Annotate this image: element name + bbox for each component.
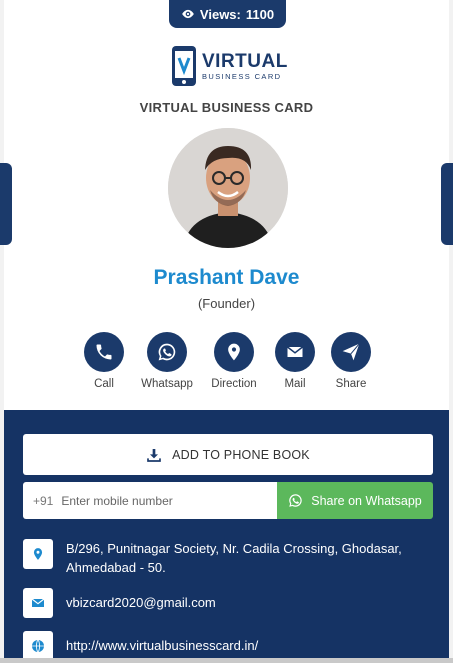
whatsapp-icon: [289, 494, 302, 507]
whatsapp-button[interactable]: Whatsapp: [135, 332, 199, 390]
phone-logo-icon: [172, 46, 196, 86]
share-on-whatsapp-button[interactable]: Share on Whatsapp: [277, 482, 433, 519]
logo-sub-text: BUSINESS CARD: [202, 71, 282, 81]
add-to-phone-book-button[interactable]: ADD TO PHONE BOOK: [23, 434, 433, 475]
profile-role: (Founder): [197, 296, 256, 311]
map-pin-icon: [33, 548, 43, 560]
share-label: Share: [335, 378, 367, 390]
globe-icon: [32, 639, 44, 653]
logo-main-text: VIRTUAL: [202, 50, 288, 72]
website-icon-box: [23, 631, 53, 661]
whatsapp-icon: [158, 343, 176, 361]
add-to-phone-book-label: ADD TO PHONE BOOK: [172, 447, 310, 462]
direction-label: Direction: [211, 378, 257, 390]
views-count: 1100: [245, 6, 275, 22]
mobile-number-field[interactable]: +91: [23, 482, 277, 519]
address-icon-box: [23, 539, 53, 569]
map-pin-icon: [228, 343, 240, 361]
share-button[interactable]: Share: [319, 332, 383, 390]
call-label: Call: [94, 378, 114, 390]
download-icon: [147, 448, 161, 462]
website-row[interactable]: http://www.virtualbusinesscard.in/: [23, 631, 433, 661]
action-buttons: Call Whatsapp Direction Mail Share: [0, 332, 453, 394]
avatar: [168, 128, 288, 248]
email-text[interactable]: vbizcard2020@gmail.com: [66, 588, 216, 618]
website-text[interactable]: http://www.virtualbusinesscard.in/: [66, 631, 258, 661]
logo: VIRTUAL BUSINESS CARD: [170, 44, 292, 88]
right-side-tab[interactable]: [441, 163, 453, 245]
views-badge: Views: 1100: [169, 0, 286, 28]
whatsapp-share-row: +91 Share on Whatsapp: [23, 482, 433, 519]
call-button[interactable]: Call: [72, 332, 136, 390]
mail-icon: [31, 598, 45, 607]
mail-button[interactable]: Mail: [263, 332, 327, 390]
country-code: +91: [33, 493, 54, 508]
mail-label: Mail: [284, 378, 306, 390]
mail-icon: [287, 346, 303, 357]
profile-name: Prashant Dave: [153, 266, 300, 289]
views-label: Views:: [199, 6, 241, 22]
page-subtitle: VIRTUAL BUSINESS CARD: [139, 100, 314, 115]
address-row: B/296, Punitnagar Society, Nr. Cadila Cr…: [23, 539, 433, 577]
address-text: B/296, Punitnagar Society, Nr. Cadila Cr…: [66, 541, 402, 575]
bottom-strip: [0, 658, 453, 663]
left-side-tab[interactable]: [0, 163, 12, 245]
direction-button[interactable]: Direction: [202, 332, 266, 390]
eye-icon: [182, 9, 194, 19]
whatsapp-label: Whatsapp: [141, 378, 193, 390]
send-icon: [342, 343, 360, 361]
mobile-number-input[interactable]: [61, 493, 242, 508]
share-on-whatsapp-label: Share on Whatsapp: [311, 493, 422, 508]
phone-icon: [96, 344, 112, 360]
email-row[interactable]: vbizcard2020@gmail.com: [23, 588, 433, 618]
email-icon-box: [23, 588, 53, 618]
